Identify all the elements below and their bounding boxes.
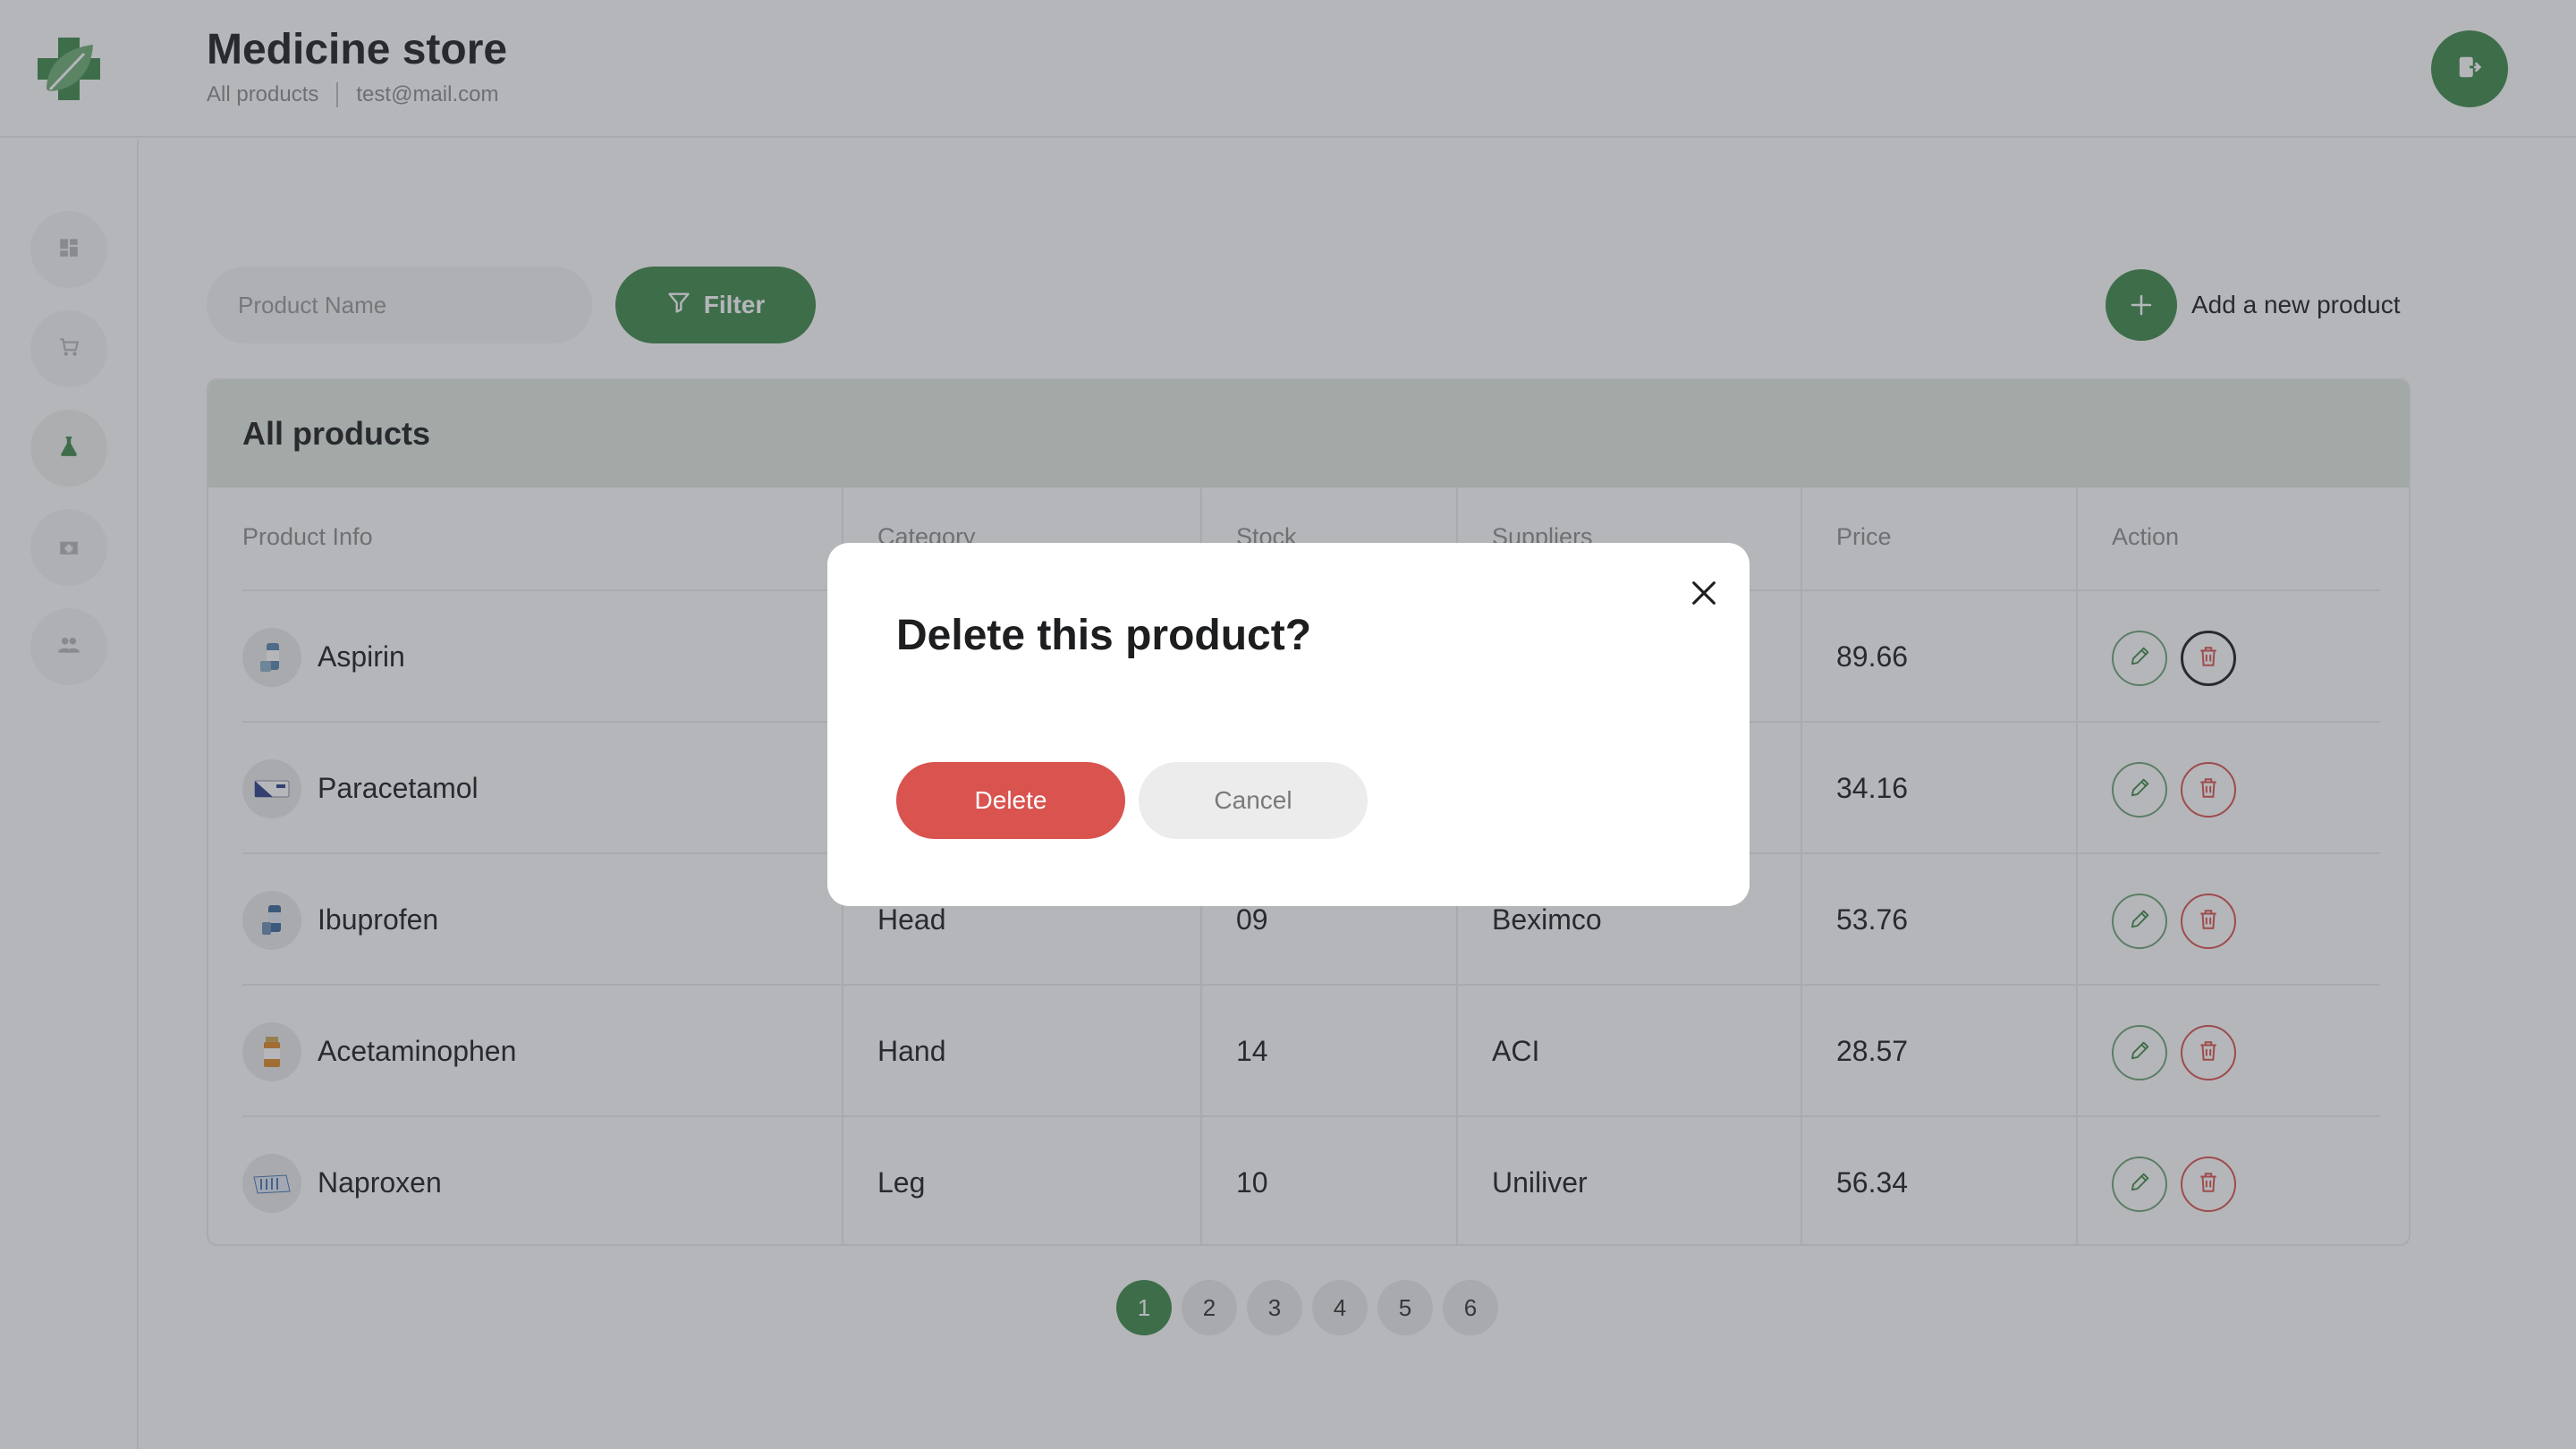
confirm-delete-button[interactable]: Delete [896,762,1125,839]
close-icon [1689,578,1719,613]
close-dialog-button[interactable] [1682,572,1726,617]
delete-product-dialog: Delete this product? Delete Cancel [827,543,1750,906]
dialog-title: Delete this product? [896,612,1312,659]
cancel-button[interactable]: Cancel [1139,762,1368,839]
